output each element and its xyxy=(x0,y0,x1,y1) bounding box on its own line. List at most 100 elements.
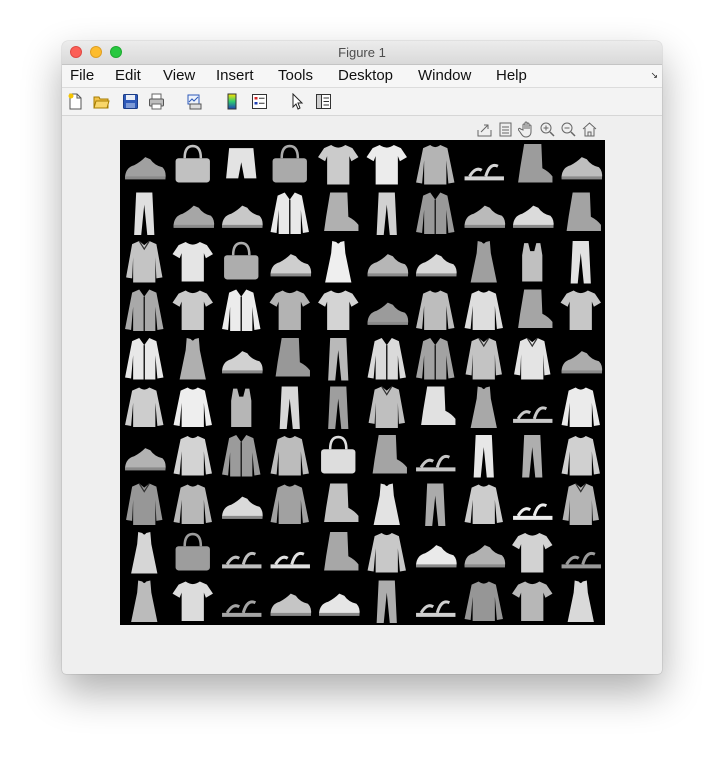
grid-cell-sandal xyxy=(416,454,456,472)
grid-cell-pullover xyxy=(464,484,503,524)
grid-cell-boot xyxy=(566,192,601,231)
grid-cell-trouser xyxy=(134,192,155,235)
menu-insert[interactable]: Insert xyxy=(216,67,254,84)
grid-cell-sandal xyxy=(464,163,504,181)
insert-legend-icon[interactable] xyxy=(251,93,268,110)
grid-cell-pullover xyxy=(270,484,309,524)
grid-cell-sneaker xyxy=(367,254,409,277)
title-bar[interactable]: Figure 1 xyxy=(62,41,662,65)
insert-colorbar-icon[interactable] xyxy=(224,93,241,110)
menu-view[interactable]: View xyxy=(163,67,195,84)
brush-icon[interactable] xyxy=(497,121,514,138)
grid-cell-sneaker xyxy=(464,545,506,568)
grid-cell-coat xyxy=(416,192,455,234)
link-plot-icon[interactable] xyxy=(186,93,203,110)
grid-cell-pullover xyxy=(173,436,212,476)
grid-cell-pullover xyxy=(464,290,503,330)
print-icon[interactable] xyxy=(148,93,165,110)
grid-cell-boot xyxy=(518,144,553,183)
grid-cell-sandal xyxy=(513,503,553,520)
grid-cell-tshirt xyxy=(172,242,213,282)
grid-cell-dress xyxy=(567,580,594,622)
grid-cell-sandal xyxy=(222,600,262,617)
zoom-out-icon[interactable] xyxy=(560,121,577,138)
pan-icon[interactable] xyxy=(518,121,535,138)
grid-cell-sandal xyxy=(270,551,310,569)
edit-plot-icon[interactable] xyxy=(289,93,306,110)
grid-cell-pullover xyxy=(173,387,212,427)
fashion-image-grid xyxy=(125,144,603,623)
grid-cell-bag xyxy=(175,144,210,183)
menu-window[interactable]: Window xyxy=(418,67,471,84)
grid-cell-tshirt xyxy=(512,533,553,573)
grid-cell-top xyxy=(522,243,543,282)
grid-cell-sneaker xyxy=(319,593,360,616)
grid-cell-shirt xyxy=(514,337,551,380)
grid-cell-dress xyxy=(131,580,158,622)
grid-cell-sandal xyxy=(513,406,553,423)
grid-cell-bag xyxy=(175,532,210,571)
menu-file[interactable]: File xyxy=(70,67,94,84)
grid-cell-coat xyxy=(222,435,261,477)
new-figure-icon[interactable] xyxy=(67,93,84,110)
grid-cell-boot xyxy=(372,435,407,474)
menu-dock-arrow-icon[interactable]: ↘ xyxy=(650,70,658,81)
grid-cell-tshirt xyxy=(269,290,310,330)
menu-edit[interactable]: Edit xyxy=(115,67,141,84)
image-grid-axes[interactable] xyxy=(120,140,605,625)
grid-cell-pullover xyxy=(173,484,212,524)
grid-cell-boot xyxy=(275,338,310,377)
grid-cell-trouser xyxy=(425,483,446,526)
grid-cell-pullover xyxy=(561,387,600,427)
grid-cell-bag xyxy=(272,144,307,183)
grid-cell-coat xyxy=(125,289,164,331)
open-property-inspector-icon[interactable] xyxy=(315,93,332,110)
save-icon[interactable] xyxy=(122,93,139,110)
zoom-in-icon[interactable] xyxy=(539,121,556,138)
grid-cell-sneaker xyxy=(222,205,263,228)
grid-cell-sneaker xyxy=(416,254,457,277)
grid-cell-tshirt xyxy=(172,290,213,330)
grid-cell-trouser xyxy=(279,386,300,429)
grid-cell-shorts xyxy=(226,148,257,179)
figure-toolbar xyxy=(62,88,662,116)
grid-cell-coat xyxy=(125,338,164,380)
grid-cell-coat xyxy=(222,289,261,331)
grid-cell-trouser xyxy=(522,435,543,478)
grid-cell-shirt xyxy=(465,337,502,380)
grid-cell-sneaker xyxy=(513,205,554,228)
grid-cell-sneaker xyxy=(561,351,603,374)
grid-cell-pullover xyxy=(464,581,503,621)
grid-cell-sandal xyxy=(416,600,456,617)
menu-bar: File Edit View Insert Tools Desktop Wind… xyxy=(62,65,662,88)
grid-cell-trouser xyxy=(473,435,494,478)
grid-cell-tshirt xyxy=(318,145,359,185)
grid-cell-trouser xyxy=(376,192,397,235)
menu-desktop[interactable]: Desktop xyxy=(338,67,393,84)
grid-cell-coat xyxy=(367,338,406,380)
grid-cell-bag xyxy=(224,241,259,280)
menu-tools[interactable]: Tools xyxy=(278,67,313,84)
grid-cell-coat xyxy=(270,192,309,234)
figure-window: Figure 1 File Edit View Insert Tools Des… xyxy=(62,41,662,674)
grid-cell-dress xyxy=(131,532,158,574)
grid-cell-boot xyxy=(324,532,359,571)
open-file-icon[interactable] xyxy=(93,93,110,110)
home-icon[interactable] xyxy=(581,121,598,138)
grid-cell-pullover xyxy=(125,387,164,427)
grid-cell-bag xyxy=(321,435,356,474)
window-title: Figure 1 xyxy=(338,45,386,60)
grid-cell-sneaker xyxy=(464,205,506,228)
grid-cell-boot xyxy=(421,386,456,425)
grid-cell-boot xyxy=(324,483,359,522)
grid-cell-dress xyxy=(325,241,352,283)
grid-cell-top xyxy=(231,388,252,427)
grid-cell-sneaker xyxy=(561,157,603,180)
grid-cell-shirt xyxy=(368,386,405,428)
export-icon[interactable] xyxy=(476,121,493,138)
grid-cell-tshirt xyxy=(318,290,359,330)
menu-help[interactable]: Help xyxy=(496,67,527,84)
grid-cell-sandal xyxy=(222,551,262,569)
grid-cell-trouser xyxy=(328,338,349,381)
grid-cell-trouser xyxy=(570,241,591,284)
